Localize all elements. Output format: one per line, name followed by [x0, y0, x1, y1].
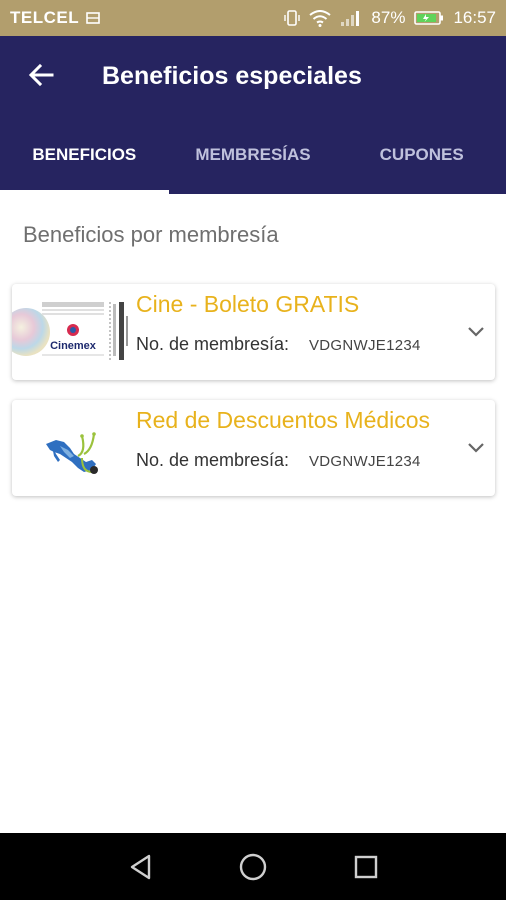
tab-cupones[interactable]: CUPONES [337, 132, 506, 194]
status-bar: TELCEL 87% 16:57 [0, 0, 506, 36]
chevron-down-icon[interactable] [467, 440, 485, 454]
benefit-card-medicos[interactable]: Red de Descuentos Médicos No. de membres… [12, 400, 495, 496]
membership-number: VDGNWJE1234 [309, 453, 421, 470]
mexico-map-stethoscope-image [46, 432, 98, 474]
battery-percent: 87% [371, 8, 406, 27]
tab-beneficios[interactable]: BENEFICIOS [0, 132, 169, 194]
back-arrow-icon[interactable] [26, 60, 56, 90]
home-circle-icon[interactable] [238, 852, 268, 882]
section-title: Beneficios por membresía [23, 222, 279, 247]
status-right: 87% 16:57 [284, 8, 496, 28]
tab-membresias[interactable]: MEMBRESÍAS [169, 132, 338, 194]
back-triangle-icon[interactable] [127, 852, 157, 882]
chevron-down-icon[interactable] [467, 324, 485, 338]
card-title: Cine - Boleto GRATIS [136, 291, 360, 317]
carrier-name: TELCEL [10, 8, 80, 27]
battery-icon [414, 11, 444, 25]
system-navigation-bar [0, 833, 506, 900]
page-title: Beneficios especiales [102, 62, 362, 90]
status-left: TELCEL [10, 8, 101, 28]
membership-number: VDGNWJE1234 [309, 337, 421, 354]
cinemex-ticket-image: Cinemex [12, 296, 134, 366]
benefit-card-cine[interactable]: Cinemex Cine - Boleto GRATIS No. de memb… [12, 284, 495, 380]
tab-bar: BENEFICIOS MEMBRESÍAS CUPONES [0, 132, 506, 194]
vibrate-icon [284, 10, 301, 26]
clock: 16:57 [453, 8, 496, 27]
wifi-icon [309, 9, 332, 27]
cinemex-logo-text: Cinemex [50, 340, 97, 352]
membership-label: No. de membresía: [136, 450, 290, 470]
card-title: Red de Descuentos Médicos [136, 407, 431, 433]
membership-label: No. de membresía: [136, 334, 290, 354]
recents-square-icon[interactable] [351, 852, 381, 882]
app-bar: Beneficios especiales BENEFICIOS MEMBRES… [0, 36, 506, 194]
signal-icon [341, 10, 360, 26]
sim-icon [86, 12, 100, 24]
